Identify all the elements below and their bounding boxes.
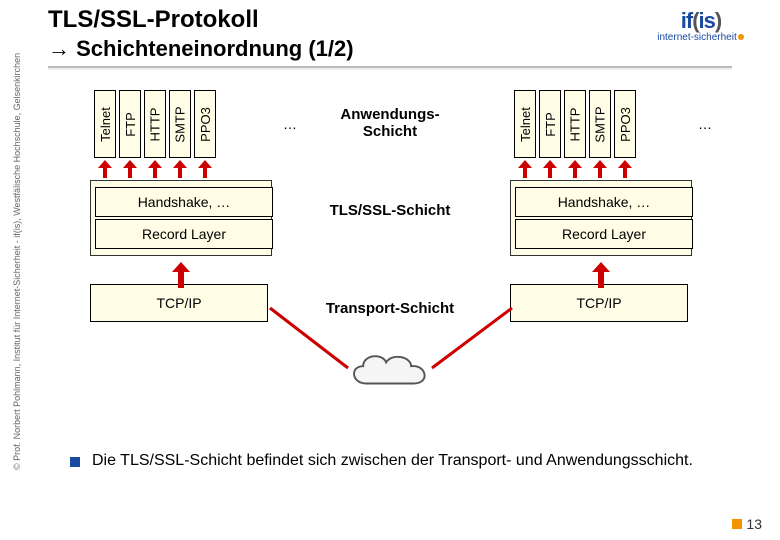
pillar-http: HTTP [564, 90, 586, 158]
page-number: 13 [732, 516, 762, 532]
protocol-pillars-right: Telnet FTP HTTP SMTP PPO3 [514, 90, 690, 160]
arrows-up-left [94, 160, 216, 178]
pillar-ftp: FTP [119, 90, 141, 158]
divider [48, 66, 732, 70]
handshake-box-left: Handshake, … [95, 187, 273, 217]
handshake-box-right: Handshake, … [515, 187, 693, 217]
copyright-sidebar: © Prof. Norbert Pohlmann, Institut für I… [12, 53, 22, 470]
pillar-ppo3: PPO3 [614, 90, 636, 158]
arrow-up-icon [539, 160, 561, 178]
label-transport-layer: Transport-Schicht [320, 300, 460, 317]
tcpip-box-left: TCP/IP [90, 284, 268, 322]
layer-diagram: Telnet FTP HTTP SMTP PPO3 Handshake, … R… [80, 90, 740, 420]
subtitle-text: Schichteneinordnung (1/2) [76, 36, 353, 61]
page-marker-icon [732, 519, 742, 529]
arrow-up-icon [589, 160, 611, 178]
arrow-up-icon [614, 160, 636, 178]
arrow-up-icon [564, 160, 586, 178]
bullet-text: Die TLS/SSL-Schicht befindet sich zwisch… [92, 452, 693, 470]
ifis-logo: if(is) internet-sicherheit [646, 8, 756, 43]
tls-layer-right: Handshake, … Record Layer [510, 180, 692, 256]
arrow-up-icon [119, 160, 141, 178]
arrow-up-icon [514, 160, 536, 178]
pillar-telnet: Telnet [94, 90, 116, 158]
arrow-up-icon [144, 160, 166, 178]
arrow-up-icon [592, 262, 610, 288]
logo-sub: internet-sicherheit [646, 32, 756, 43]
tls-layer-left: Handshake, … Record Layer [90, 180, 272, 256]
arrow-up-icon [172, 262, 190, 288]
record-box-right: Record Layer [515, 219, 693, 249]
pillar-ftp: FTP [539, 90, 561, 158]
bullet-square-icon [70, 457, 80, 467]
pillar-telnet: Telnet [514, 90, 536, 158]
label-app-layer: Anwendungs-Schicht [320, 106, 460, 140]
arrow-right-icon: → [48, 36, 70, 61]
arrows-up-right [514, 160, 636, 178]
arrow-up-icon [169, 160, 191, 178]
pillar-ppo3: PPO3 [194, 90, 216, 158]
record-box-left: Record Layer [95, 219, 273, 249]
pillar-http: HTTP [144, 90, 166, 158]
ellipsis-right: … [698, 116, 712, 132]
logo-main: if(is) [646, 8, 756, 34]
arrow-up-icon [94, 160, 116, 178]
arrow-up-icon [194, 160, 216, 178]
protocol-pillars-left: Telnet FTP HTTP SMTP PPO3 [94, 90, 270, 160]
pillar-smtp: SMTP [589, 90, 611, 158]
label-tls-layer: TLS/SSL-Schicht [320, 202, 460, 219]
network-cloud-icon [342, 345, 438, 397]
bullet-point: Die TLS/SSL-Schicht befindet sich zwisch… [70, 452, 740, 470]
ellipsis-left: … [283, 116, 297, 132]
tcpip-box-right: TCP/IP [510, 284, 688, 322]
pillar-smtp: SMTP [169, 90, 191, 158]
